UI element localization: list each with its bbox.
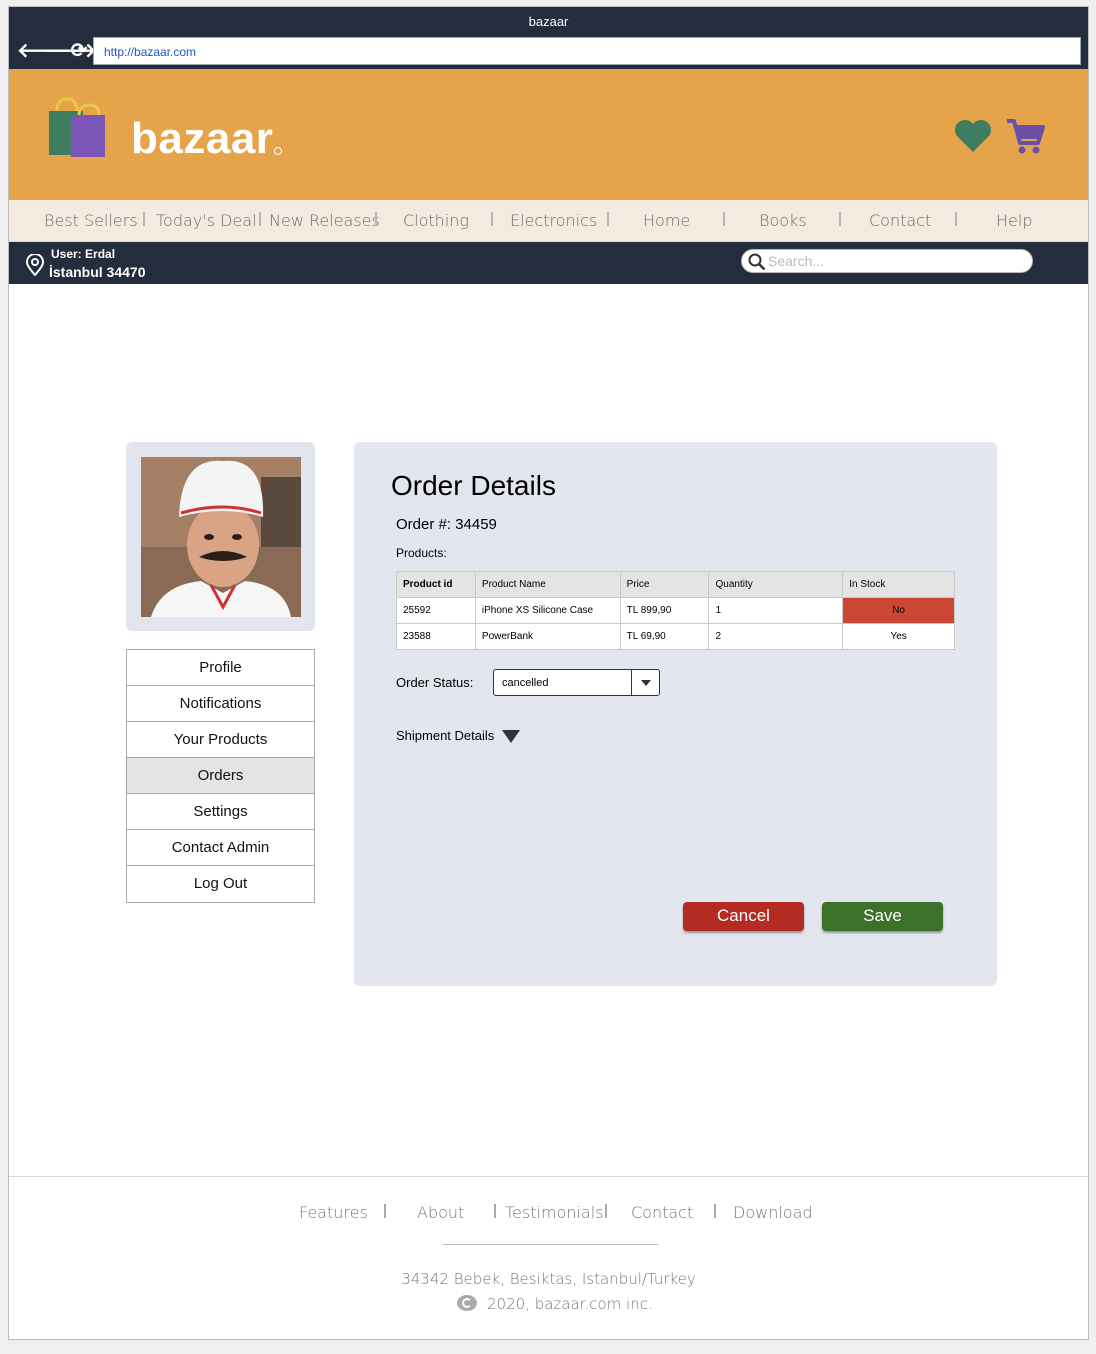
footer-link-features[interactable]: Features: [299, 1203, 368, 1222]
url-bar[interactable]: http://bazaar.com: [93, 37, 1081, 65]
order-status-label: Order Status:: [396, 675, 474, 690]
location-pin-icon: [25, 254, 45, 276]
footer-link-contact[interactable]: Contact: [631, 1203, 693, 1222]
cancel-button[interactable]: Cancel: [683, 902, 804, 931]
menu-divider: [723, 212, 725, 226]
column-header-product-name[interactable]: Product Name: [474, 571, 621, 598]
search-icon: [748, 253, 766, 271]
menu-divider: [955, 212, 957, 226]
cell-product-name: iPhone XS Silicone Case: [474, 597, 621, 624]
footer-link-testimonials[interactable]: Testimonials: [505, 1203, 604, 1222]
sidebar-item-settings[interactable]: Settings: [127, 794, 314, 830]
copyright-icon: [457, 1295, 477, 1311]
table-row[interactable]: 25592 iPhone XS Silicone Case TL 899,90 …: [396, 597, 955, 624]
menu-clothing[interactable]: Clothing: [403, 211, 469, 230]
footer-rule: [443, 1244, 658, 1245]
cart-icon[interactable]: [1005, 117, 1045, 155]
shopping-bags-logo-icon[interactable]: [47, 97, 109, 159]
products-label: Products:: [396, 546, 447, 560]
footer-link-download[interactable]: Download: [733, 1203, 813, 1222]
cell-product-id: 23588: [396, 623, 476, 650]
heart-icon[interactable]: [954, 119, 992, 153]
cell-quantity: 1: [708, 597, 844, 624]
cell-price: TL 69,90: [619, 623, 710, 650]
menu-divider: [143, 212, 145, 226]
chevron-down-icon[interactable]: [631, 670, 659, 695]
menu-divider: [607, 212, 609, 226]
menu-help[interactable]: Help: [996, 211, 1032, 230]
products-table: Product id Product Name Price Quantity I…: [396, 571, 955, 650]
column-header-in-stock[interactable]: In Stock: [842, 571, 955, 598]
registered-mark-icon: [274, 147, 282, 155]
menu-divider: [839, 212, 841, 226]
browser-titlebar: bazaar 🡐 🡒 ⟳ http://bazaar.com: [9, 7, 1088, 69]
column-header-price[interactable]: Price: [619, 571, 710, 598]
search-input[interactable]: [768, 252, 1018, 270]
shipment-details-label[interactable]: Shipment Details: [396, 728, 494, 743]
sidebar-item-notifications[interactable]: Notifications: [127, 686, 314, 722]
browser-window: bazaar 🡐 🡒 ⟳ http://bazaar.com bazaar Be…: [8, 6, 1089, 1340]
avatar-card: [126, 442, 315, 631]
footer-divider: [9, 1176, 1088, 1177]
table-header-row: Product id Product Name Price Quantity I…: [396, 571, 955, 598]
search-box[interactable]: [741, 249, 1033, 273]
order-details-panel: Order Details Order #: 34459 Products: P…: [354, 442, 997, 986]
sidebar-item-orders[interactable]: Orders: [127, 758, 314, 794]
menu-divider: [375, 212, 377, 226]
copyright-text: 2020, bazaar.com inc.: [487, 1295, 653, 1313]
user-bar: User: Erdal İstanbul 34470: [9, 242, 1088, 284]
category-menu: Best Sellers Today's Deal New Releases C…: [9, 200, 1088, 242]
order-status-value: cancelled: [502, 677, 549, 689]
page-title: Order Details: [391, 470, 556, 501]
user-location[interactable]: İstanbul 34470: [49, 264, 146, 280]
site-header: bazaar: [9, 69, 1088, 200]
menu-divider: [259, 212, 261, 226]
window-title: bazaar: [528, 14, 569, 29]
user-name: User: Erdal: [51, 247, 116, 261]
menu-divider: [491, 212, 493, 226]
order-number: Order #: 34459: [396, 516, 497, 533]
menu-contact[interactable]: Contact: [869, 211, 931, 230]
sidebar-item-profile[interactable]: Profile: [127, 650, 314, 686]
forward-arrow-icon[interactable]: 🡒: [43, 41, 97, 61]
menu-new-releases[interactable]: New Releases: [269, 211, 380, 230]
menu-books[interactable]: Books: [759, 211, 807, 230]
cell-in-stock: Yes: [842, 623, 955, 650]
footer-separator: [494, 1204, 496, 1218]
reload-icon[interactable]: ⟳: [69, 41, 89, 61]
menu-home[interactable]: Home: [643, 211, 690, 230]
sidebar-item-contact-admin[interactable]: Contact Admin: [127, 830, 314, 866]
save-button[interactable]: Save: [822, 902, 943, 931]
account-sidebar: Profile Notifications Your Products Orde…: [126, 649, 315, 903]
column-header-quantity[interactable]: Quantity: [708, 571, 844, 598]
triangle-down-icon[interactable]: [502, 730, 520, 743]
menu-electronics[interactable]: Electronics: [510, 211, 597, 230]
sidebar-item-your-products[interactable]: Your Products: [127, 722, 314, 758]
cell-in-stock: No: [842, 597, 955, 624]
table-row[interactable]: 23588 PowerBank TL 69,90 2 Yes: [396, 623, 955, 650]
footer-separator: [714, 1204, 716, 1218]
brand-name[interactable]: bazaar: [131, 114, 273, 164]
browser-nav: 🡐 🡒 ⟳: [17, 41, 97, 61]
user-avatar: [141, 457, 301, 617]
menu-todays-deal[interactable]: Today's Deal: [156, 211, 257, 230]
footer-address: 34342 Bebek, Besiktas, Istanbul/Turkey: [401, 1270, 696, 1288]
cell-product-id: 25592: [396, 597, 476, 624]
column-header-product-id[interactable]: Product id: [396, 571, 476, 598]
cell-quantity: 2: [708, 623, 844, 650]
footer-separator: [605, 1204, 607, 1218]
sidebar-item-log-out[interactable]: Log Out: [127, 866, 314, 902]
footer-copyright: 2020, bazaar.com inc.: [457, 1295, 653, 1313]
footer-link-about[interactable]: About: [417, 1203, 464, 1222]
menu-best-sellers[interactable]: Best Sellers: [44, 211, 138, 230]
order-status-select[interactable]: cancelled: [493, 669, 660, 696]
cell-product-name: PowerBank: [474, 623, 621, 650]
footer-separator: [384, 1204, 386, 1218]
back-arrow-icon[interactable]: 🡐: [17, 41, 71, 61]
cell-price: TL 899,90: [619, 597, 710, 624]
